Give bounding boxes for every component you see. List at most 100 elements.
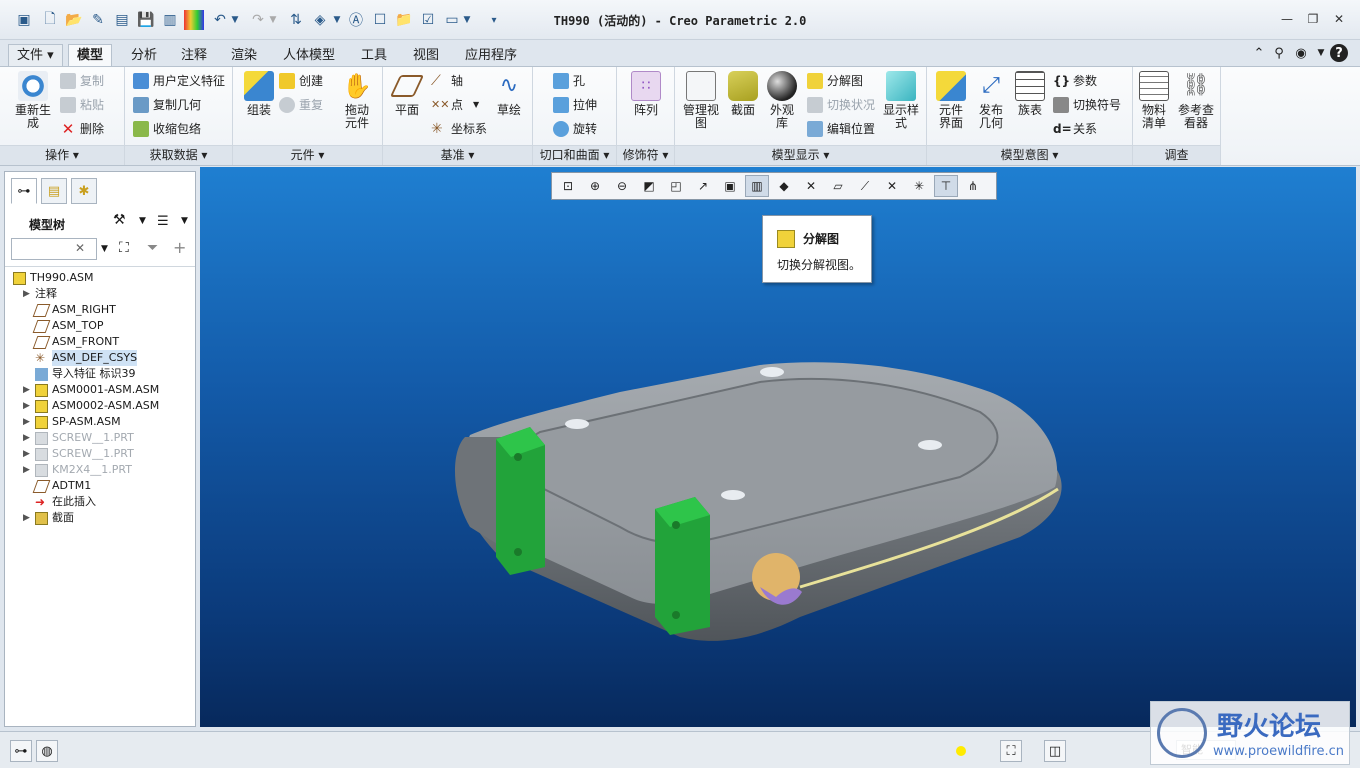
create-component-button[interactable]: 创建 bbox=[279, 71, 323, 91]
window-switch-dropdown-icon[interactable]: ▼ bbox=[462, 10, 472, 30]
zoom-in-icon[interactable]: ⊕ bbox=[583, 175, 607, 197]
expand-arrow-icon[interactable]: ▶ bbox=[23, 430, 35, 446]
hole-button[interactable]: 孔 bbox=[553, 71, 585, 91]
saved-orientations-icon[interactable]: ↗ bbox=[691, 175, 715, 197]
expand-arrow-icon[interactable]: ▶ bbox=[23, 414, 35, 430]
redo-dropdown-icon[interactable]: ▼ bbox=[268, 10, 278, 30]
tree-item[interactable]: ➜ 在此插入 bbox=[23, 494, 96, 510]
check-icon[interactable]: ☑ bbox=[418, 10, 438, 30]
sketch-button[interactable]: ∿ 草绘 bbox=[491, 71, 527, 117]
color-icon[interactable] bbox=[184, 10, 204, 30]
find-binoculars-icon[interactable]: ⛶ bbox=[119, 240, 129, 256]
tab-model[interactable]: 模型 bbox=[68, 44, 113, 66]
tree-item[interactable]: ▶ 注释 bbox=[23, 286, 57, 302]
group-label-component[interactable]: 元件 ▾ bbox=[233, 145, 382, 165]
tree-item[interactable]: ▶ SCREW__1.PRT bbox=[23, 446, 134, 462]
refit-icon[interactable]: ⊡ bbox=[556, 175, 580, 197]
search-dropdown-icon[interactable]: ▼ bbox=[101, 244, 108, 254]
show-tree-icon[interactable]: ⊶ bbox=[10, 740, 32, 762]
print-icon[interactable]: ▥ bbox=[160, 10, 180, 30]
group-label-get-data[interactable]: 获取数据 ▾ bbox=[125, 145, 232, 165]
axis-display-icon[interactable]: ⟋ bbox=[853, 175, 877, 197]
exploded-view-toggle-icon[interactable]: ▥ bbox=[745, 175, 769, 197]
find-icon[interactable]: ⛶ bbox=[1000, 740, 1022, 762]
model-tree-tab[interactable]: ⊶ bbox=[11, 178, 37, 204]
new-file-icon[interactable]: 🗋 bbox=[40, 10, 60, 30]
csys-button[interactable]: ✳ 坐标系 bbox=[431, 119, 487, 139]
tree-item[interactable]: ASM_RIGHT bbox=[23, 302, 116, 318]
tab-annotate[interactable]: 注释 bbox=[172, 44, 216, 66]
tree-item[interactable]: ▶ 截面 bbox=[23, 510, 74, 526]
collapse-ribbon-icon[interactable]: ⌃ bbox=[1250, 44, 1268, 62]
tab-file[interactable]: 文件 ▾ bbox=[8, 44, 63, 66]
community-dropdown-icon[interactable]: ▼ bbox=[1312, 44, 1330, 62]
expand-arrow-icon[interactable]: ▶ bbox=[23, 446, 35, 462]
reference-viewer-button[interactable]: ⛓ 参考查看器 bbox=[1173, 71, 1219, 130]
expand-arrow-icon[interactable]: ▶ bbox=[23, 286, 35, 302]
show-menu-dropdown-icon[interactable]: ▼ bbox=[181, 216, 188, 226]
perspective-icon[interactable]: ◆ bbox=[772, 175, 796, 197]
repeat-button[interactable]: 重复 bbox=[279, 95, 323, 115]
add-column-icon[interactable]: + bbox=[173, 238, 186, 257]
tree-settings-icon[interactable]: ⚒ bbox=[113, 212, 126, 228]
regenerate-button[interactable]: 重新生成 bbox=[10, 71, 56, 130]
copy-button[interactable]: 复制 bbox=[60, 71, 104, 91]
section-button[interactable]: 截面 bbox=[725, 71, 761, 117]
relations-button[interactable]: d= 关系 bbox=[1053, 119, 1097, 139]
tab-tools[interactable]: 工具 bbox=[352, 44, 396, 66]
tree-item[interactable]: ▶ SP-ASM.ASM bbox=[23, 414, 121, 430]
point-button[interactable]: ✕✕ 点 ▼ bbox=[431, 95, 479, 115]
axis-button[interactable]: ⟋ 轴 bbox=[431, 71, 463, 91]
bom-button[interactable]: 物料清单 bbox=[1135, 71, 1173, 130]
tree-item[interactable]: 导入特征 标识39 bbox=[23, 366, 136, 382]
undo-icon[interactable]: ↶ bbox=[210, 10, 230, 30]
window-switch-icon[interactable]: ▭ bbox=[442, 10, 462, 30]
tree-item[interactable]: ▶ ASM0002-ASM.ASM bbox=[23, 398, 159, 414]
search-icon[interactable]: ⚲ bbox=[1270, 44, 1288, 62]
show-menu-icon[interactable]: ☰ bbox=[157, 214, 169, 229]
spin-center-icon[interactable]: ✕ bbox=[799, 175, 823, 197]
tab-view[interactable]: 视图 bbox=[404, 44, 448, 66]
family-table-button[interactable]: 族表 bbox=[1013, 71, 1047, 117]
close-window-icon[interactable]: ☐ bbox=[370, 10, 390, 30]
tree-item[interactable]: ✳ ASM_DEF_CSYS bbox=[23, 350, 138, 366]
zoom-out-icon[interactable]: ⊖ bbox=[610, 175, 634, 197]
udf-button[interactable]: 用户定义特征 bbox=[133, 71, 225, 91]
select-box-icon[interactable]: ◫ bbox=[1044, 740, 1066, 762]
manage-view-button[interactable]: 管理视图 bbox=[679, 71, 723, 130]
view-manager-icon[interactable]: ▣ bbox=[718, 175, 742, 197]
tree-item[interactable]: ADTM1 bbox=[23, 478, 91, 494]
open-edit-icon[interactable]: ✎ bbox=[88, 10, 108, 30]
group-label-datum[interactable]: 基准 ▾ bbox=[383, 145, 532, 165]
folder-icon[interactable]: 📁 bbox=[394, 10, 414, 30]
repaint-icon[interactable]: ◩ bbox=[637, 175, 661, 197]
extrude-button[interactable]: 拉伸 bbox=[553, 95, 597, 115]
network-icon[interactable]: ⋔ bbox=[961, 175, 985, 197]
copy-geometry-button[interactable]: 复制几何 bbox=[133, 95, 201, 115]
status-browser-icon[interactable]: ◍ bbox=[36, 740, 58, 762]
delete-button[interactable]: ✕ 删除 bbox=[60, 119, 104, 139]
display-style-icon[interactable]: ◰ bbox=[664, 175, 688, 197]
point-display-icon[interactable]: ✕ bbox=[880, 175, 904, 197]
group-label-cut-surface[interactable]: 切口和曲面 ▾ bbox=[533, 145, 616, 165]
expand-arrow-icon[interactable]: ▶ bbox=[23, 382, 35, 398]
expand-arrow-icon[interactable]: ▶ bbox=[23, 462, 35, 478]
folder-browser-tab[interactable]: ▤ bbox=[41, 178, 67, 204]
clear-search-icon[interactable]: ✕ bbox=[75, 241, 85, 255]
close-button[interactable]: ✕ bbox=[1328, 10, 1350, 28]
tree-item[interactable]: ASM_TOP bbox=[23, 318, 104, 334]
save-copy-icon[interactable]: ▤ bbox=[112, 10, 132, 30]
component-interface-button[interactable]: 元件界面 bbox=[931, 71, 971, 130]
assemble-button[interactable]: 组装 bbox=[239, 71, 279, 117]
group-label-model-intent[interactable]: 模型意图 ▾ bbox=[927, 145, 1132, 165]
filter-icon[interactable]: ⏷ bbox=[147, 240, 158, 256]
csys-display-icon[interactable]: ✳ bbox=[907, 175, 931, 197]
tree-item[interactable]: ▶ KM2X4__1.PRT bbox=[23, 462, 132, 478]
annotation-display-icon[interactable]: ⊤ bbox=[934, 175, 958, 197]
tab-analysis[interactable]: 分析 bbox=[122, 44, 166, 66]
regenerate-icon[interactable]: ⇅ bbox=[286, 10, 306, 30]
open-icon[interactable]: 📂 bbox=[64, 10, 84, 30]
group-label-model-display[interactable]: 模型显示 ▾ bbox=[675, 145, 926, 165]
windows-icon[interactable]: ◈ bbox=[310, 10, 330, 30]
appearance-gallery-button[interactable]: 外观库 bbox=[765, 71, 799, 130]
